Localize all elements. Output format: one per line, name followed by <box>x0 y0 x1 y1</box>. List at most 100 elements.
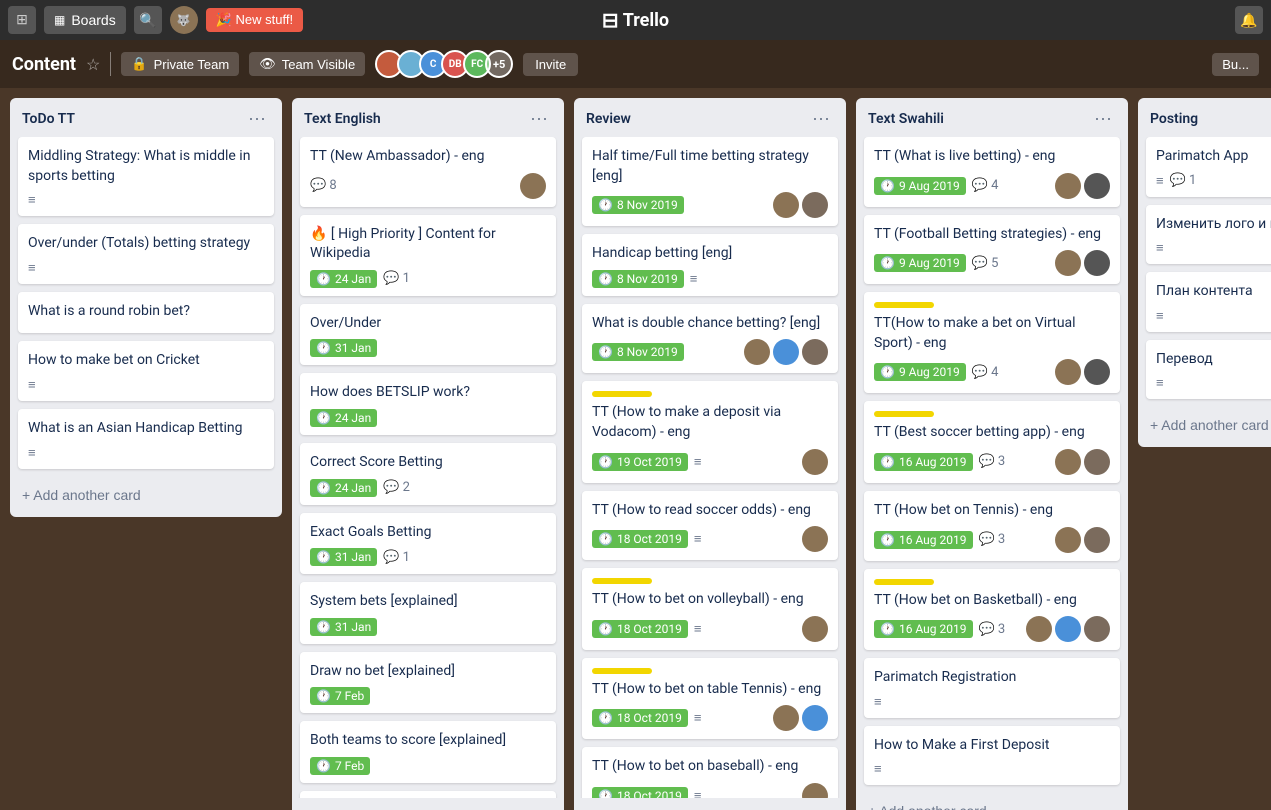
nav-right: 🔔 <box>1235 6 1263 34</box>
card-te4[interactable]: How does BETSLIP work?🕐 24 Jan <box>300 373 556 435</box>
card-meta-p2: ≡ <box>1156 240 1271 256</box>
card-c5[interactable]: What is an Asian Handicap Betting≡ <box>18 409 274 469</box>
card-desc-icon-c5: ≡ <box>28 445 36 461</box>
add-card-button-todo[interactable]: + Add another card <box>18 481 274 509</box>
card-avatars-r5 <box>802 526 828 552</box>
card-ts8[interactable]: How to Make a First Deposit≡ <box>864 726 1120 786</box>
card-title-te5: Correct Score Betting <box>310 453 546 473</box>
boards-button[interactable]: ▦ Boards <box>44 6 126 34</box>
butler-button[interactable]: Bu... <box>1212 53 1259 76</box>
card-ts6[interactable]: TT (How bet on Basketball) - eng🕐 16 Aug… <box>864 569 1120 651</box>
board-members: C DB FC +5 <box>375 50 513 78</box>
card-r5[interactable]: TT (How to read soccer odds) - eng🕐 18 O… <box>582 491 838 561</box>
card-ts3[interactable]: TT(How to make a bet on Virtual Sport) -… <box>864 292 1120 393</box>
new-stuff-button[interactable]: 🎉 New stuff! <box>206 8 303 32</box>
card-ts7[interactable]: Parimatch Registration≡ <box>864 658 1120 718</box>
list-title-text-swahili: Text Swahili <box>868 111 944 127</box>
private-team-button[interactable]: 🔒 Private Team <box>121 52 239 76</box>
card-meta-r6: 🕐 18 Oct 2019 ≡ <box>592 616 828 642</box>
card-meta-ts8: ≡ <box>874 761 1110 777</box>
add-card-button-text-swahili[interactable]: + Add another card <box>864 797 1120 810</box>
card-desc-icon-r8: ≡ <box>694 788 702 798</box>
card-title-te8: Draw no bet [explained] <box>310 662 546 682</box>
card-p4[interactable]: Перевод≡ <box>1146 340 1271 400</box>
card-avatars-r7 <box>773 705 828 731</box>
card-meta-p3: ≡ <box>1156 308 1271 324</box>
card-date-r6: 🕐 18 Oct 2019 <box>592 620 688 638</box>
card-p3[interactable]: План контента ≡ <box>1146 272 1271 332</box>
card-comment-ts3: 💬 4 <box>972 365 999 380</box>
card-c2[interactable]: Over/under (Totals) betting strategy≡ <box>18 224 274 284</box>
card-title-c1: Middling Strategy: What is middle in spo… <box>28 147 264 186</box>
card-ts1[interactable]: TT (What is live betting) - eng🕐 9 Aug 2… <box>864 137 1120 207</box>
card-date-te4: 🕐 24 Jan <box>310 409 377 427</box>
card-title-te1: TT (New Ambassador) - eng <box>310 147 546 167</box>
card-avatars-r6 <box>802 616 828 642</box>
card-r8[interactable]: TT (How to bet on baseball) - eng🕐 18 Oc… <box>582 747 838 798</box>
card-r6[interactable]: TT (How to bet on volleyball) - eng🕐 18 … <box>582 568 838 650</box>
card-te8[interactable]: Draw no bet [explained]🕐 7 Feb <box>300 652 556 714</box>
home-icon[interactable]: ⊞ <box>8 6 36 34</box>
list-review: Review···Half time/Full time betting str… <box>574 98 846 810</box>
card-r3[interactable]: What is double chance betting? [eng]🕐 8 … <box>582 304 838 374</box>
card-ts4[interactable]: TT (Best soccer betting app) - eng🕐 16 A… <box>864 401 1120 483</box>
card-te2[interactable]: 🔥 [ High Priority ] Content for Wikipedi… <box>300 215 556 296</box>
list-footer-text-swahili: + Add another card <box>856 793 1128 810</box>
user-avatar[interactable]: 🐺 <box>170 6 198 34</box>
card-c1[interactable]: Middling Strategy: What is middle in spo… <box>18 137 274 216</box>
team-visible-button[interactable]: 👁 Team Visible <box>249 52 365 76</box>
card-title-ts5: TT (How bet on Tennis) - eng <box>874 501 1110 521</box>
card-te9[interactable]: Both teams to score [explained]🕐 7 Feb <box>300 721 556 783</box>
card-c3[interactable]: What is a round robin bet? <box>18 292 274 334</box>
card-te7[interactable]: System bets [explained]🕐 31 Jan <box>300 582 556 644</box>
card-label-strip <box>592 578 652 584</box>
card-r7[interactable]: TT (How to bet on table Tennis) - eng🕐 1… <box>582 658 838 740</box>
member-more[interactable]: +5 <box>485 50 513 78</box>
team-label: Private Team <box>154 57 230 72</box>
search-button[interactable]: 🔍 <box>134 6 162 34</box>
card-te10[interactable]: Goals Odd/even [explained]🕐 7 Feb <box>300 791 556 798</box>
card-title-p3: План контента <box>1156 282 1271 302</box>
card-r2[interactable]: Handicap betting [eng]🕐 8 Nov 2019≡ <box>582 234 838 296</box>
card-avatars-ts2 <box>1055 250 1110 276</box>
add-card-button-text-english[interactable]: + Add another card <box>300 802 556 810</box>
card-avatar-ts6-0 <box>1026 616 1052 642</box>
star-icon[interactable]: ☆ <box>86 55 100 74</box>
card-avatar-r3-1 <box>773 339 799 365</box>
card-title-p2: Изменить лого и кар... <box>1156 215 1271 235</box>
card-te3[interactable]: Over/Under🕐 31 Jan <box>300 304 556 366</box>
add-card-button-review[interactable]: + Add another card <box>582 802 838 810</box>
card-avatars-r1 <box>773 192 828 218</box>
add-card-button-posting[interactable]: + Add another card <box>1146 411 1271 439</box>
card-comment-ts4: 💬 3 <box>979 454 1006 469</box>
card-title-p4: Перевод <box>1156 350 1271 370</box>
team-visible-label: Team Visible <box>282 57 355 72</box>
card-r1[interactable]: Half time/Full time betting strategy [en… <box>582 137 838 226</box>
card-p2[interactable]: Изменить лого и кар... ≡ <box>1146 205 1271 265</box>
card-te1[interactable]: TT (New Ambassador) - eng💬 8 <box>300 137 556 207</box>
card-ts5[interactable]: TT (How bet on Tennis) - eng🕐 16 Aug 201… <box>864 491 1120 561</box>
list-menu-review[interactable]: ··· <box>808 108 834 129</box>
card-te5[interactable]: Correct Score Betting🕐 24 Jan💬 2 <box>300 443 556 505</box>
card-c4[interactable]: How to make bet on Cricket≡ <box>18 341 274 401</box>
card-p1[interactable]: Parimatch App≡💬 1 <box>1146 137 1271 197</box>
list-cards-review: Half time/Full time betting strategy [en… <box>574 137 846 798</box>
card-date-te6: 🕐 31 Jan <box>310 548 377 566</box>
invite-button[interactable]: Invite <box>523 53 578 76</box>
card-te6[interactable]: Exact Goals Betting🕐 31 Jan💬 1 <box>300 513 556 575</box>
card-ts2[interactable]: TT (Football Betting strategies) - eng🕐 … <box>864 215 1120 285</box>
card-title-ts3: TT(How to make a bet on Virtual Sport) -… <box>874 314 1110 353</box>
clock-icon: 🕐 <box>880 622 895 636</box>
card-desc-icon-ts7: ≡ <box>874 694 882 710</box>
bell-button[interactable]: 🔔 <box>1235 6 1263 34</box>
card-desc-icon-r6: ≡ <box>694 621 702 637</box>
list-menu-text-english[interactable]: ··· <box>526 108 552 129</box>
card-avatar-ts1-0 <box>1055 173 1081 199</box>
card-desc-icon-r4: ≡ <box>694 454 702 470</box>
clock-icon: 🕐 <box>880 256 895 270</box>
card-title-p1: Parimatch App <box>1156 147 1271 167</box>
clock-icon: 🕐 <box>316 689 331 703</box>
card-r4[interactable]: TT (How to make a deposit via Vodacom) -… <box>582 381 838 482</box>
list-menu-text-swahili[interactable]: ··· <box>1090 108 1116 129</box>
list-menu-todo[interactable]: ··· <box>244 108 270 129</box>
